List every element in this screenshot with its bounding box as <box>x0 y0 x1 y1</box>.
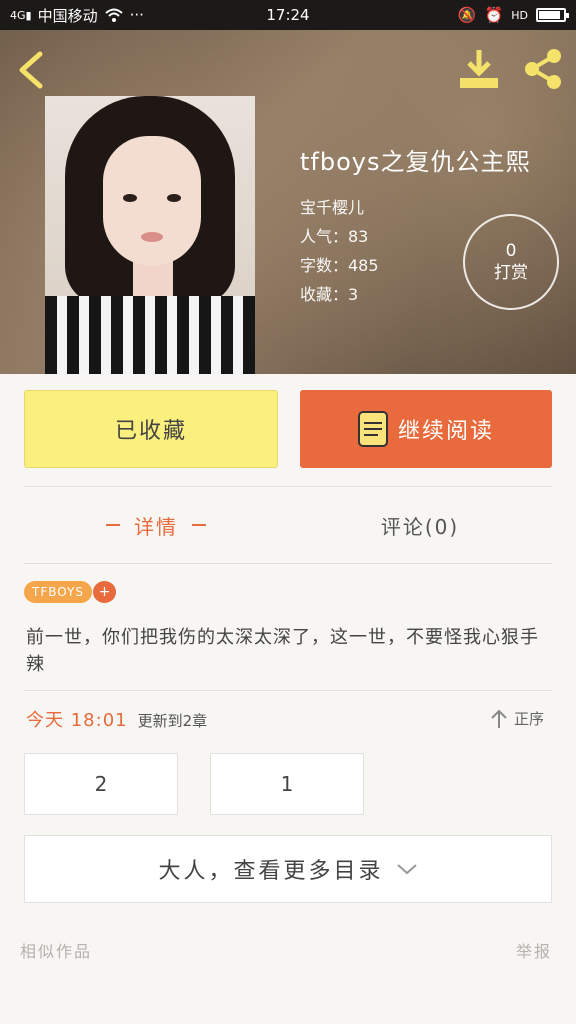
share-button[interactable] <box>520 46 566 92</box>
divider <box>24 690 552 691</box>
share-icon <box>525 49 561 89</box>
chevron-down-icon <box>396 864 417 875</box>
chapter-item[interactable]: 1 <box>210 753 364 815</box>
battery-icon <box>536 8 569 22</box>
report-link[interactable]: 举报 <box>516 938 552 962</box>
chevron-left-icon <box>19 51 43 89</box>
sort-label: 正序 <box>514 710 545 728</box>
chapter-item[interactable]: 2 <box>24 753 178 815</box>
favorited-button[interactable]: 已收藏 <box>24 390 278 468</box>
reward-count: 0 <box>505 241 517 261</box>
tab-details[interactable]: 详情 <box>24 488 288 562</box>
clock: 17:24 <box>266 6 310 24</box>
more-icon: ··· <box>129 6 144 24</box>
detail-tabs: 详情 评论(0) <box>24 488 552 562</box>
tag-chip[interactable]: TFBOYS <box>24 581 92 603</box>
book-cover-image <box>45 96 255 374</box>
update-text: 更新到2章 <box>137 712 208 730</box>
divider <box>24 563 552 564</box>
continue-reading-button[interactable]: 继续阅读 <box>300 390 552 468</box>
back-button[interactable] <box>12 48 52 92</box>
download-button[interactable] <box>456 46 502 92</box>
arrow-up-icon <box>491 709 507 728</box>
hd-call-icon: HD <box>511 8 528 22</box>
update-info: 今天 18:01 更新到2章 <box>26 706 207 732</box>
reward-label: 打赏 <box>494 263 528 283</box>
signal-icon: 4G▮ <box>10 8 32 22</box>
similar-works-label: 相似作品 <box>20 942 93 961</box>
continue-reading-label: 继续阅读 <box>397 419 494 444</box>
carrier-label: 中国移动 <box>37 6 98 25</box>
wifi-icon <box>104 8 123 22</box>
book-title: tfboys之复仇公主熙 <box>300 148 531 176</box>
book-header: tfboys之复仇公主熙 宝千樱儿 人气：83 字数：485 收藏：3 0 打赏 <box>0 30 576 374</box>
tab-comments[interactable]: 评论(0) <box>288 488 552 562</box>
reward-button[interactable]: 0 打赏 <box>463 214 559 310</box>
bell-off-icon: 🔕 <box>457 6 477 24</box>
more-chapters-button[interactable]: 大人，查看更多目录 <box>24 835 552 903</box>
book-description: 前一世，你们把我伤的太深太深了，这一世，不要怪我心狠手辣 <box>26 627 539 675</box>
status-bar: 4G▮ 中国移动 ··· 17:24 🔕 ⏰ HD <box>0 0 576 30</box>
add-tag-button[interactable]: + <box>93 581 116 603</box>
update-time: 今天 18:01 <box>26 710 128 731</box>
divider <box>24 486 552 487</box>
download-icon <box>460 50 498 88</box>
more-chapters-label: 大人，查看更多目录 <box>158 859 384 884</box>
book-icon <box>357 411 388 447</box>
sort-button[interactable]: 正序 <box>490 708 544 729</box>
favorited-label: 已收藏 <box>114 419 187 444</box>
alarm-icon: ⏰ <box>484 6 504 24</box>
